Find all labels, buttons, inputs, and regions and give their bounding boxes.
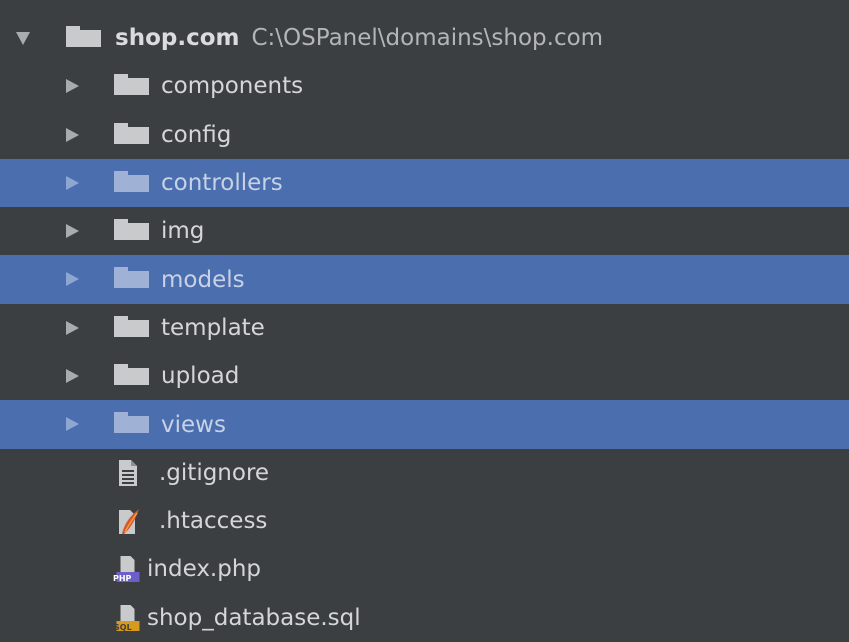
sql-badge: SQL [114,622,132,632]
text-file-icon [119,459,137,486]
tree-folder-upload[interactable]: upload [0,352,849,400]
folder-label: template [161,314,265,341]
folder-label: components [161,73,304,100]
tree-folder-models[interactable]: models [0,255,849,304]
file-label: .htaccess [159,508,268,535]
chevron-right-icon[interactable] [66,224,79,239]
folder-icon [114,364,149,386]
folder-icon [114,219,149,241]
chevron-right-icon[interactable] [66,417,79,432]
project-tree: shop.com C:\OSPanel\domains\shop.com comp… [0,14,849,642]
chevron-down-icon[interactable] [16,32,30,45]
folder-label: config [161,121,232,148]
php-badge: PHP [113,574,132,584]
folder-label: views [161,411,226,438]
tree-folder-config[interactable]: config [0,111,849,159]
folder-label: models [161,266,245,293]
tree-file-sql[interactable]: SQL shop_database.sql [0,594,849,642]
tree-folder-controllers[interactable]: controllers [0,158,849,208]
folder-icon [114,74,149,96]
chevron-right-icon[interactable] [66,127,79,142]
tree-file-gitignore[interactable]: .gitignore [0,449,849,497]
tree-folder-components[interactable]: components [0,62,849,110]
folder-icon [114,412,149,434]
file-label: index.php [147,556,262,583]
chevron-right-icon[interactable] [66,175,79,190]
chevron-right-icon[interactable] [66,369,79,384]
folder-label: controllers [161,170,283,197]
file-label: .gitignore [159,459,270,486]
chevron-right-icon[interactable] [66,320,79,335]
folder-label: img [161,218,205,245]
folder-icon [66,26,101,47]
file-label: shop_database.sql [147,604,361,631]
tree-folder-views[interactable]: views [0,400,849,449]
chevron-right-icon[interactable] [66,272,79,287]
root-folder-path: C:\OSPanel\domains\shop.com [251,25,604,52]
tree-file-index-php[interactable]: PHP index.php [0,545,849,593]
folder-icon [114,170,149,192]
chevron-right-icon[interactable] [66,79,79,94]
htaccess-feather-icon [119,508,139,534]
tree-folder-img[interactable]: img [0,207,849,255]
folder-icon [114,315,149,337]
folder-icon [114,267,149,289]
folder-label: upload [161,363,240,390]
root-folder-name: shop.com [115,25,240,52]
tree-folder-template[interactable]: template [0,304,849,352]
folder-icon [114,122,149,144]
tree-root[interactable]: shop.com C:\OSPanel\domains\shop.com [0,14,849,62]
tree-file-htaccess[interactable]: .htaccess [0,497,849,545]
